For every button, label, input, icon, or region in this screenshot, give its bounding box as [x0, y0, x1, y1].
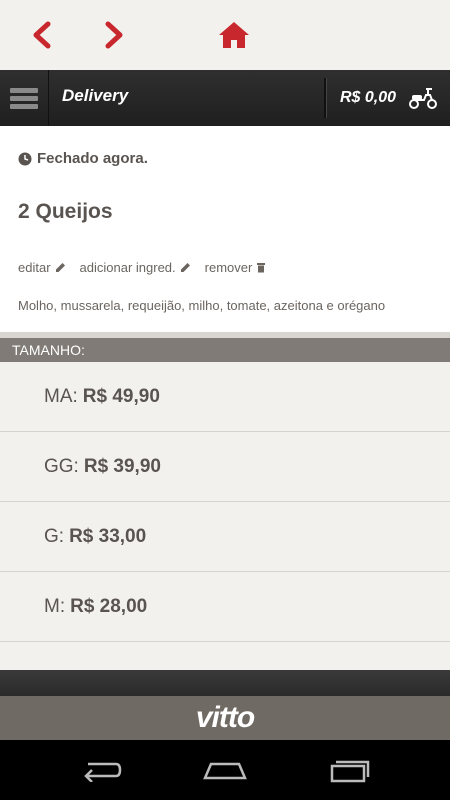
chevron-right-icon	[105, 21, 123, 49]
system-nav-bar	[0, 740, 450, 800]
size-option-gg[interactable]: GG: R$ 39,90	[0, 432, 450, 502]
size-option-ma[interactable]: MA: R$ 49,90	[0, 362, 450, 432]
system-recent-apps-button[interactable]	[320, 750, 380, 790]
system-back-button[interactable]	[70, 750, 130, 790]
size-options-list: MA: R$ 49,90 GG: R$ 39,90 G: R$ 33,00 M:…	[0, 362, 450, 642]
size-label: M:	[44, 595, 66, 617]
edit-link[interactable]: editar	[18, 260, 66, 275]
ingredients-text: Molho, mussarela, requeijão, milho, toma…	[18, 298, 386, 313]
cart-button[interactable]: R$ 0,00	[330, 70, 450, 126]
forward-button[interactable]	[92, 12, 136, 58]
cart-total: R$ 0,00	[340, 89, 397, 106]
scooter-icon	[409, 88, 438, 109]
home-button[interactable]	[212, 12, 256, 58]
add-ingredient-label: adicionar ingred.	[79, 260, 176, 275]
store-status-text: Fechado agora.	[37, 150, 148, 167]
product-details: Fechado agora. 2 Queijos editar adiciona…	[0, 126, 450, 332]
product-name: 2 Queijos	[18, 200, 113, 223]
hamburger-menu-icon	[10, 85, 38, 112]
page-title: Delivery	[62, 86, 129, 105]
app-header: Delivery R$ 0,00	[0, 70, 450, 126]
size-option-m[interactable]: M: R$ 28,00	[0, 572, 450, 642]
menu-button[interactable]	[0, 70, 49, 126]
size-price: R$ 39,90	[83, 455, 161, 477]
system-home-button[interactable]	[195, 750, 255, 790]
brand-footer: vitto	[0, 696, 450, 740]
back-arrow-icon	[84, 762, 122, 782]
size-price: R$ 49,90	[82, 385, 160, 407]
bottom-toolbar	[0, 670, 450, 696]
size-label: G:	[44, 525, 65, 547]
pencil-icon	[180, 263, 190, 272]
brand-logo: vitto	[195, 701, 255, 734]
size-price: R$ 33,00	[69, 525, 147, 547]
trash-icon	[257, 263, 266, 273]
browser-nav-bar	[0, 0, 450, 70]
size-price: R$ 28,00	[70, 595, 148, 617]
clock-icon	[18, 152, 32, 165]
pencil-icon	[55, 263, 65, 272]
header-divider	[324, 78, 327, 118]
size-label: GG:	[44, 455, 79, 477]
size-section-title: TAMANHO:	[0, 338, 450, 362]
back-button[interactable]	[20, 12, 64, 58]
size-label: MA:	[44, 385, 78, 407]
recent-apps-icon	[330, 760, 370, 783]
edit-label: editar	[18, 260, 51, 275]
store-status: Fechado agora.	[18, 150, 148, 167]
product-actions: editar adicionar ingred. remover	[18, 260, 280, 275]
remove-label: remover	[204, 260, 253, 275]
size-option-g[interactable]: G: R$ 33,00	[0, 502, 450, 572]
home-outline-icon	[203, 762, 247, 780]
chevron-left-icon	[33, 21, 51, 49]
home-icon	[219, 22, 249, 48]
add-ingredient-link[interactable]: adicionar ingred.	[80, 260, 191, 275]
remove-link[interactable]: remover	[205, 260, 267, 275]
